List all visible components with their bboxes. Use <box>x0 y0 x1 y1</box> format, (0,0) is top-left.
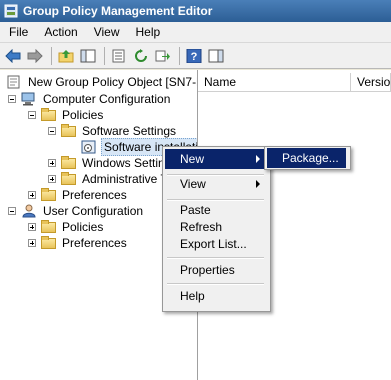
menu-item-export-list[interactable]: Export List... <box>165 234 266 254</box>
up-folder-icon <box>58 49 74 62</box>
help-button[interactable]: ? <box>184 46 204 66</box>
tree-label-user-configuration: User Configuration <box>43 204 144 218</box>
menu-separator <box>167 257 264 259</box>
tree-label-software-settings: Software Settings <box>82 124 177 138</box>
title-bar: Group Policy Management Editor <box>0 0 391 22</box>
refresh-icon <box>135 48 147 62</box>
back-arrow-icon <box>5 48 21 63</box>
menu-action[interactable]: Action <box>37 22 84 42</box>
refresh-button[interactable] <box>131 46 151 66</box>
expand-toggle[interactable] <box>28 223 36 231</box>
tree-label-gpo: New Group Policy Object [SN7-DC1 <box>28 75 197 89</box>
menu-item-new[interactable]: New <box>165 149 266 169</box>
svg-text:?: ? <box>191 51 198 63</box>
folder-icon <box>61 155 76 169</box>
console-tree-icon <box>80 49 96 62</box>
tree-label-preferences: Preferences <box>62 188 127 202</box>
menu-view[interactable]: View <box>87 22 127 42</box>
folder-icon <box>41 187 56 201</box>
submenu-arrow-icon <box>256 155 260 163</box>
tree-label-policies: Policies <box>62 108 104 122</box>
toolbar-separator <box>179 46 180 65</box>
menu-item-help[interactable]: Help <box>165 286 266 306</box>
folder-icon <box>41 219 56 233</box>
expand-toggle[interactable] <box>48 159 56 167</box>
collapse-toggle[interactable] <box>28 111 36 119</box>
column-header-name[interactable]: Name <box>198 73 351 92</box>
forward-button[interactable] <box>25 46 45 66</box>
toolbar-separator <box>51 46 52 65</box>
column-header-version[interactable]: Version <box>351 73 391 92</box>
back-button[interactable] <box>3 46 23 66</box>
context-menu: New View Paste Refresh Export List... Pr… <box>162 146 271 312</box>
forward-arrow-icon <box>27 48 43 63</box>
tree-node-computer-configuration[interactable]: Computer Configuration <box>8 91 172 107</box>
menu-file[interactable]: File <box>2 22 35 42</box>
computer-icon <box>21 92 35 106</box>
export-list-button[interactable] <box>153 46 173 66</box>
tree-label-computer-configuration: Computer Configuration <box>43 92 171 106</box>
collapse-toggle[interactable] <box>48 127 56 135</box>
tree-node-software-settings[interactable]: Software Settings <box>48 123 178 139</box>
window-title: Group Policy Management Editor <box>23 4 213 18</box>
new-submenu: Package... <box>264 146 351 170</box>
user-icon <box>22 204 36 218</box>
menu-item-view-label: View <box>180 177 206 191</box>
submenu-arrow-icon <box>256 180 260 188</box>
export-icon <box>155 50 170 61</box>
collapse-toggle[interactable] <box>8 95 16 103</box>
tree-node-user-preferences[interactable]: Preferences <box>28 235 129 251</box>
properties-button[interactable] <box>109 46 129 66</box>
expand-toggle[interactable] <box>28 239 36 247</box>
tree-label-user-policies: Policies <box>62 220 104 234</box>
action-pane-icon <box>208 49 224 62</box>
menu-bar: File Action View Help <box>0 22 391 43</box>
up-one-level-button[interactable] <box>56 46 76 66</box>
tree-node-policies[interactable]: Policies <box>28 107 105 123</box>
tree-node-user-configuration[interactable]: User Configuration <box>8 203 145 219</box>
menu-item-package[interactable]: Package... <box>267 148 346 168</box>
tree-label-user-preferences: Preferences <box>62 236 127 250</box>
expand-toggle[interactable] <box>28 191 36 199</box>
toolbar-separator <box>104 46 105 65</box>
menu-separator <box>167 283 264 285</box>
folder-icon <box>61 123 76 137</box>
gpme-app-icon <box>4 4 18 18</box>
tree-node-windows-settings[interactable]: Windows Settings <box>48 155 179 171</box>
properties-icon <box>112 49 125 62</box>
help-icon: ? <box>186 48 202 63</box>
gpo-scroll-icon <box>7 75 20 89</box>
show-hide-tree-button[interactable] <box>78 46 98 66</box>
tree-node-gpo[interactable]: New Group Policy Object [SN7-DC1 <box>6 74 197 90</box>
menu-item-view[interactable]: View <box>165 174 266 194</box>
menu-item-properties[interactable]: Properties <box>165 260 266 280</box>
show-action-pane-button[interactable] <box>206 46 226 66</box>
folder-icon <box>61 171 76 185</box>
menu-item-new-label: New <box>180 152 205 166</box>
folder-icon <box>41 107 56 121</box>
collapse-toggle[interactable] <box>8 207 16 215</box>
tree-node-preferences[interactable]: Preferences <box>28 187 129 203</box>
folder-icon <box>41 235 56 249</box>
software-installation-icon <box>81 140 96 154</box>
toolbar: ? <box>0 43 391 69</box>
tree-node-user-policies[interactable]: Policies <box>28 219 105 235</box>
expand-toggle[interactable] <box>48 175 56 183</box>
menu-help[interactable]: Help <box>129 22 168 42</box>
